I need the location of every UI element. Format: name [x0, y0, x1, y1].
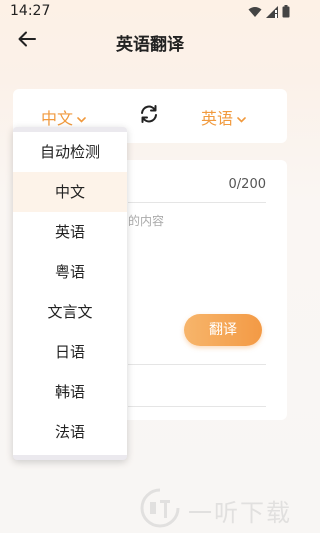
- divider: [128, 406, 266, 407]
- chevron-down-icon: [237, 108, 246, 127]
- dropdown-option[interactable]: 自动检测: [13, 132, 127, 172]
- header: 英语翻译: [0, 24, 300, 58]
- page-title: 英语翻译: [116, 35, 184, 55]
- dropdown-option[interactable]: 粤语: [13, 252, 127, 292]
- status-time: 14:27: [10, 3, 51, 19]
- signal-icon: [266, 5, 278, 18]
- dropdown-option[interactable]: 韩语: [13, 372, 127, 412]
- dropdown-option[interactable]: 日语: [13, 332, 127, 372]
- wifi-icon: [248, 6, 262, 18]
- source-language-selector[interactable]: 中文: [41, 105, 86, 129]
- dropdown-option[interactable]: 法语: [13, 412, 127, 452]
- translate-button[interactable]: 翻译: [184, 314, 262, 346]
- dropdown-option-selected[interactable]: 中文: [13, 172, 127, 212]
- source-language-dropdown: 自动检测 中文 英语 粤语 文言文 日语 韩语 法语: [13, 127, 127, 460]
- dropdown-option[interactable]: 英语: [13, 212, 127, 252]
- swap-languages-button[interactable]: [137, 104, 161, 128]
- chevron-down-icon: [77, 108, 86, 127]
- status-icons: [248, 5, 290, 18]
- target-language-selector[interactable]: 英语: [201, 105, 246, 129]
- watermark: 一听下载: [140, 488, 292, 532]
- divider: [128, 202, 266, 203]
- watermark-logo-icon: [140, 488, 180, 532]
- swap-icon: [138, 103, 160, 129]
- watermark-text: 一听下载: [188, 498, 292, 527]
- source-language-label: 中文: [41, 109, 74, 128]
- battery-icon: [282, 5, 290, 18]
- character-count: 0/200: [228, 177, 266, 192]
- dropdown-option[interactable]: 文言文: [13, 292, 127, 332]
- input-placeholder[interactable]: 的内容: [128, 212, 164, 229]
- status-bar: 14:27: [0, 0, 300, 24]
- divider: [128, 364, 266, 365]
- target-language-label: 英语: [201, 109, 234, 128]
